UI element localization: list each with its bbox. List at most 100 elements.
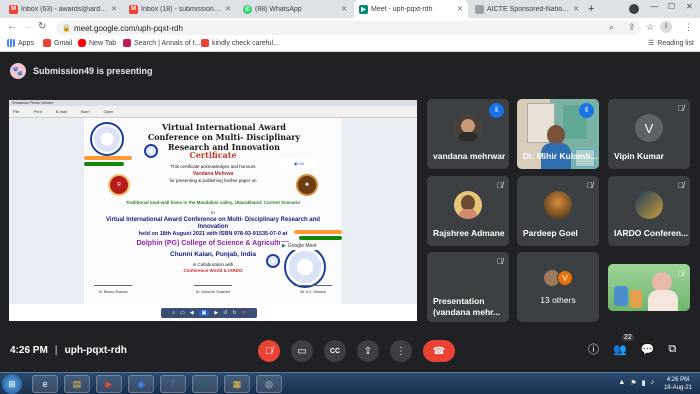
close-icon[interactable]: ✕ xyxy=(573,5,579,13)
participant-tile[interactable]: 🎙̸ Rajshree Admane xyxy=(427,176,509,246)
bookmark-kindly-check[interactable]: kindly check careful... xyxy=(201,39,279,47)
bookmark-apps[interactable]: Apps xyxy=(7,39,34,47)
signatory: Mr. A.K. Sharma xyxy=(300,290,326,294)
close-icon[interactable]: ✕ xyxy=(457,5,463,13)
bookmark-gmail[interactable]: Gmail xyxy=(43,39,72,47)
volume-icon[interactable]: ♪ xyxy=(651,379,655,387)
shared-screen[interactable]: Windows Photo Viewer File Print E-mail B… xyxy=(9,100,417,321)
avatar: V xyxy=(557,270,573,286)
fit-icon[interactable]: ▭ xyxy=(180,310,185,316)
others-tile[interactable]: V 13 others xyxy=(517,252,599,322)
tab-meet[interactable]: ▶ Meet - uph-pqxt-rdh ✕ xyxy=(354,0,468,18)
activities-icon[interactable]: ⧉ xyxy=(668,343,676,356)
certificate-org: Conference World & IARDO xyxy=(183,268,243,273)
rotate-right-icon[interactable]: ↻ xyxy=(232,310,236,316)
mic-off-icon: 🎙̸ xyxy=(497,257,503,266)
tab-whatsapp[interactable]: ✆ (88) WhatsApp ✕ xyxy=(238,0,352,18)
new-tab-button[interactable]: + xyxy=(588,3,594,15)
ie-icon[interactable]: e xyxy=(32,375,58,393)
participant-tile[interactable]: ⦀ Dr. Mihir Kulamb... xyxy=(517,99,599,169)
rotate-left-icon[interactable]: ↺ xyxy=(223,310,227,316)
tab-gmail-awards[interactable]: M Inbox (63) - awards@iardo.co... ✕ xyxy=(4,0,122,18)
call-controls: 🎙̸ ▭ CC ⇪ ⋮ ☎ xyxy=(258,340,455,362)
star-icon[interactable]: ☆ xyxy=(646,22,654,33)
forward-icon[interactable]: → xyxy=(22,21,32,32)
flag-icon[interactable]: ⚑ xyxy=(630,379,636,387)
profile-dot-icon[interactable] xyxy=(629,4,639,14)
captions-button[interactable]: CC xyxy=(324,340,346,362)
signatory: Dr. Vishal M. Kulambe xyxy=(195,290,231,294)
next-icon[interactable]: ▶ xyxy=(214,310,218,316)
youtube-icon xyxy=(78,39,86,47)
participant-count-badge: 22 xyxy=(622,334,634,341)
avatar xyxy=(635,191,663,219)
excel-icon[interactable]: X xyxy=(192,375,218,393)
meeting-info: 4:26 PM | uph-pqxt-rdh xyxy=(10,345,127,356)
participant-tile[interactable]: 🎙̸ xyxy=(608,264,690,311)
reading-list-button[interactable]: ☰ Reading list xyxy=(648,39,694,48)
bookmark-new-tab[interactable]: New Tab xyxy=(78,39,116,47)
teams-icon[interactable]: T xyxy=(160,375,186,393)
people-icon[interactable]: 👥 xyxy=(613,343,627,356)
menu-dots-icon[interactable]: ⋮ xyxy=(684,22,693,33)
address-bar-row: ← → ↻ 🔒 meet.google.com/uph-pqxt-rdh ⌕ ⇪… xyxy=(0,18,700,37)
signatory: Dr. Bhanu Sharma xyxy=(98,290,128,294)
leave-call-button[interactable]: ☎ xyxy=(423,340,455,362)
signature-line xyxy=(294,285,332,286)
photo-viewer-controls[interactable]: ⌕ ▭ ◀ ▣ ▶ ↺ ↻ ✕ xyxy=(161,308,257,318)
viewer-menu-burn: Burn xyxy=(81,109,90,114)
search-icon[interactable]: ⌕ xyxy=(609,22,614,33)
zoom-icon[interactable]: ⌕ xyxy=(172,310,175,316)
folder-icon[interactable]: ▤ xyxy=(64,375,90,393)
mic-off-icon: 🎙̸ xyxy=(678,104,684,113)
present-button[interactable]: ⇪ xyxy=(357,340,379,362)
meeting-code: uph-pqxt-rdh xyxy=(64,345,127,356)
tab-gmail-submission[interactable]: M Inbox (18) - submission@iardo... ✕ xyxy=(124,0,236,18)
info-icon[interactable]: ⓘ xyxy=(588,341,599,357)
avatar xyxy=(454,114,482,142)
chat-icon[interactable]: 💬 xyxy=(641,343,655,356)
delete-icon[interactable]: ✕ xyxy=(242,310,246,316)
iardo-logo: ✺ xyxy=(296,174,318,196)
files-icon[interactable]: ▦ xyxy=(224,375,250,393)
back-icon[interactable]: ← xyxy=(7,21,17,32)
start-button[interactable]: ⊞ xyxy=(2,374,22,394)
chrome-icon[interactable]: ◉ xyxy=(128,375,154,393)
network-icon[interactable]: ▮ xyxy=(642,379,646,387)
maximize-icon[interactable]: ☐ xyxy=(668,2,675,11)
share-icon[interactable]: ⇪ xyxy=(628,22,636,33)
avatar[interactable]: I xyxy=(660,21,672,33)
more-options-button[interactable]: ⋮ xyxy=(390,340,412,362)
viewer-menu-email: E-mail xyxy=(55,109,68,114)
minimize-icon[interactable]: — xyxy=(650,2,658,11)
close-icon[interactable]: ✕ xyxy=(341,5,347,13)
prev-icon[interactable]: ◀ xyxy=(190,310,194,316)
college-logo: ⛨ xyxy=(108,174,130,196)
gmail-icon xyxy=(43,39,51,47)
reload-icon[interactable]: ↻ xyxy=(38,21,46,32)
url-field[interactable]: 🔒 meet.google.com/uph-pqxt-rdh xyxy=(56,21,641,35)
certificate-in: in xyxy=(211,210,215,215)
avatar xyxy=(454,191,482,219)
presentation-tile[interactable]: 🎙̸ Presentation (vandana mehr... xyxy=(427,252,509,322)
signature-line xyxy=(94,285,132,286)
bookmark-annals[interactable]: Search | Annals of t... xyxy=(123,39,200,47)
tray-arrow-icon[interactable]: ▲ xyxy=(618,379,625,387)
close-icon[interactable]: ✕ xyxy=(225,5,231,13)
tab-aicte[interactable]: AICTE Sponsored-National Co... ✕ xyxy=(470,0,584,18)
participant-tile[interactable]: V 🎙̸ Vipin Kumar xyxy=(608,99,690,169)
figure xyxy=(630,290,642,308)
close-icon[interactable]: ✕ xyxy=(111,5,117,13)
window-close-icon[interactable]: ✕ xyxy=(686,2,693,11)
participant-tile[interactable]: 🎙̸ IARDO Conferen... xyxy=(608,176,690,246)
taskbar-clock[interactable]: 4:26 PM 18-Aug-21 xyxy=(664,376,692,392)
camera-toggle-button[interactable]: ▭ xyxy=(291,340,313,362)
meet-icon: ▶ xyxy=(282,243,286,249)
participant-tile[interactable]: 🎙̸ Pardeep Goel xyxy=(517,176,599,246)
participant-tile[interactable]: ⦀ vandana mehrwar xyxy=(427,99,509,169)
photo-viewer-icon[interactable]: ◎ xyxy=(256,375,282,393)
slideshow-icon[interactable]: ▣ xyxy=(198,310,210,316)
mic-toggle-button[interactable]: 🎙̸ xyxy=(258,340,280,362)
certificate-conference: Virtual International Award Conference o… xyxy=(106,217,320,230)
media-player-icon[interactable]: ▶ xyxy=(96,375,122,393)
